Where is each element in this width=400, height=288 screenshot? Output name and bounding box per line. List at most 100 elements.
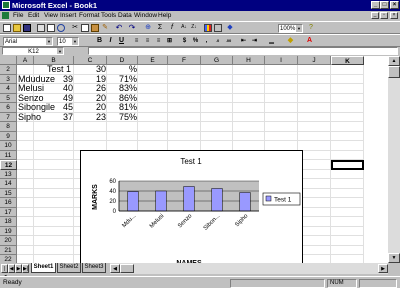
menu-tools[interactable]: Tools	[101, 12, 116, 19]
menu-view[interactable]: View	[44, 12, 58, 19]
underline-button[interactable]: U	[117, 37, 126, 45]
grid-cell[interactable]	[233, 84, 265, 94]
grid-cell[interactable]	[17, 122, 34, 132]
row-header[interactable]: 14	[0, 179, 17, 189]
next-sheet-icon[interactable]: ▶	[15, 264, 22, 273]
grid-cell[interactable]	[233, 112, 265, 122]
grid-cell[interactable]	[265, 103, 298, 113]
grid-cell[interactable]	[168, 103, 201, 113]
save-icon[interactable]	[23, 24, 31, 32]
grid-cell[interactable]	[34, 236, 74, 246]
grid-cell[interactable]	[17, 131, 34, 141]
grid-cell[interactable]	[17, 188, 34, 198]
font-name-select[interactable]: Arial ▼	[3, 37, 53, 46]
grid-cell[interactable]	[331, 131, 364, 141]
menu-file[interactable]: File	[13, 12, 23, 19]
grid-cell[interactable]	[17, 141, 34, 151]
grid-cell[interactable]	[233, 122, 265, 132]
sort-ascending-icon[interactable]: A↓	[180, 24, 188, 32]
decrease-indent-icon[interactable]: ⇤	[239, 37, 248, 45]
fill-color-icon[interactable]: ◆	[286, 37, 295, 45]
grid-cell[interactable]	[34, 198, 74, 208]
grid-cell[interactable]	[138, 93, 168, 103]
row-header[interactable]: 12	[0, 160, 17, 170]
grid-cell[interactable]	[265, 74, 298, 84]
grid-cell[interactable]	[265, 131, 298, 141]
grid-cell[interactable]	[201, 65, 233, 75]
tab-sheet2[interactable]: Sheet2	[57, 263, 81, 273]
maximize-button[interactable]: □	[380, 1, 389, 9]
row-header[interactable]: 16	[0, 198, 17, 208]
chevron-down-icon[interactable]: ▼	[72, 38, 78, 45]
minimize-button[interactable]: _	[371, 1, 380, 9]
row-header[interactable]: 4	[0, 84, 17, 94]
grid-cell[interactable]	[298, 74, 331, 84]
new-icon[interactable]	[3, 24, 11, 32]
scroll-down-icon[interactable]: ▼	[388, 253, 400, 263]
chevron-down-icon[interactable]: ▼	[46, 38, 52, 45]
align-center-icon[interactable]: ≡	[143, 37, 152, 45]
data-cell[interactable]: 75%	[107, 112, 138, 123]
grid-cell[interactable]	[331, 236, 364, 246]
grid-cell[interactable]	[233, 93, 265, 103]
menu-insert[interactable]: Insert	[60, 12, 76, 19]
grid-cell[interactable]	[138, 74, 168, 84]
data-cell[interactable]: 23	[74, 112, 107, 123]
last-sheet-icon[interactable]: ▶|	[22, 264, 29, 273]
workbook-icon[interactable]	[2, 12, 9, 19]
doc-close-button[interactable]: ×	[390, 12, 398, 19]
grid-cell[interactable]	[34, 217, 74, 227]
row-header[interactable]: 3	[0, 74, 17, 84]
embedded-chart[interactable]: Test 1 0 20 40 60 Mdu... Melusi Senzo Sibon...…	[80, 150, 303, 270]
grid-cell[interactable]	[34, 122, 74, 132]
grid-cell[interactable]	[331, 65, 364, 75]
row-header[interactable]: 8	[0, 122, 17, 132]
row-header[interactable]: 9	[0, 131, 17, 141]
title-bar[interactable]: Microsoft Excel - Book1 _ □ ×	[0, 0, 400, 11]
grid-cell[interactable]	[265, 65, 298, 75]
grid-cell[interactable]	[233, 74, 265, 84]
grid-cell[interactable]	[298, 93, 331, 103]
row-header[interactable]: 2	[0, 65, 17, 75]
select-all-corner[interactable]	[0, 56, 17, 65]
doc-minimize-button[interactable]: _	[371, 12, 379, 19]
grid-cell[interactable]	[34, 255, 74, 263]
drawing-icon[interactable]: ◆	[226, 24, 234, 32]
grid-cell[interactable]	[17, 217, 34, 227]
column-header[interactable]: K	[331, 56, 364, 65]
grid-cell[interactable]	[201, 131, 233, 141]
tab-sheet3[interactable]: Sheet3	[82, 263, 106, 273]
data-cell[interactable]: Sipho	[17, 112, 41, 123]
grid-cell[interactable]	[107, 131, 138, 141]
decrease-decimal-icon[interactable]: .00	[224, 37, 233, 45]
grid-cell[interactable]	[138, 131, 168, 141]
redo-icon[interactable]: ↷	[128, 24, 136, 32]
column-header[interactable]: A	[17, 56, 34, 65]
chart-wizard-icon[interactable]	[204, 24, 212, 32]
scroll-right-icon[interactable]: ▶	[378, 264, 388, 273]
hyperlink-icon[interactable]: ⊕	[144, 24, 152, 32]
grid-cell[interactable]	[34, 179, 74, 189]
grid-cell[interactable]	[34, 160, 74, 170]
grid-cell[interactable]	[138, 65, 168, 75]
hscroll-thumb[interactable]	[120, 264, 134, 273]
print-preview-icon[interactable]	[47, 24, 55, 32]
grid-cell[interactable]	[34, 141, 74, 151]
grid-cell[interactable]	[265, 112, 298, 122]
grid-cell[interactable]	[17, 198, 34, 208]
font-color-icon[interactable]: A	[305, 37, 314, 45]
grid-cell[interactable]	[201, 93, 233, 103]
grid-cell[interactable]	[34, 169, 74, 179]
grid-cell[interactable]	[17, 255, 34, 263]
function-icon[interactable]: f	[168, 24, 176, 32]
row-header[interactable]: 21	[0, 245, 17, 255]
grid-cell[interactable]	[107, 122, 138, 132]
grid-cell[interactable]	[298, 122, 331, 132]
column-header[interactable]: J	[298, 56, 331, 65]
grid-cell[interactable]	[233, 103, 265, 113]
row-header[interactable]: 5	[0, 93, 17, 103]
close-button[interactable]: ×	[390, 1, 399, 9]
prev-sheet-icon[interactable]: ◀	[8, 264, 15, 273]
grid-cell[interactable]	[17, 207, 34, 217]
row-header[interactable]: 6	[0, 103, 17, 113]
